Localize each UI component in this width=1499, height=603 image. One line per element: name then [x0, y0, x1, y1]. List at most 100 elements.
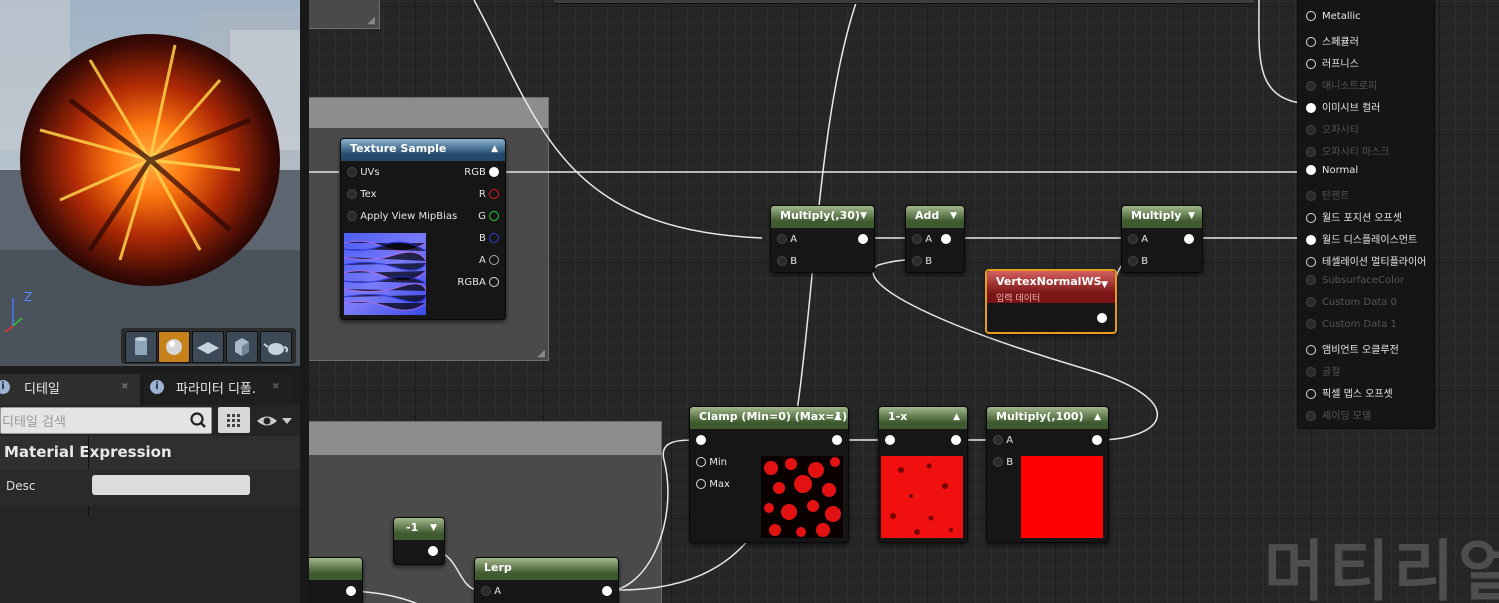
pin-in[interactable]	[993, 435, 1003, 445]
pin-out[interactable]	[602, 586, 612, 596]
material-input-pin[interactable]: 애니소트로피	[1306, 77, 1377, 92]
pin-in[interactable]	[1306, 11, 1316, 21]
node-header[interactable]: VertexNormalWS 입력 데이터 ▼	[987, 271, 1115, 304]
pin-in[interactable]	[1306, 191, 1316, 201]
pin-out[interactable]	[489, 255, 499, 265]
material-input-pin[interactable]: Normal	[1306, 165, 1358, 176]
sphere-button[interactable]	[158, 331, 190, 363]
material-input-pin[interactable]: Metallic	[1306, 11, 1361, 22]
partial-node[interactable]	[309, 557, 363, 603]
pin-in[interactable]	[1306, 59, 1316, 69]
pin-in[interactable]	[1306, 125, 1316, 135]
pin-out[interactable]	[951, 435, 961, 445]
material-input-pin[interactable]: 월드 디스플레이스먼트	[1306, 231, 1417, 246]
material-input-pin[interactable]: 스페큘러	[1306, 33, 1359, 48]
pin-out[interactable]	[1097, 313, 1107, 323]
node-header[interactable]: Lerp	[475, 558, 618, 580]
multiply100-node[interactable]: Multiply(,100) ▲ A B	[986, 406, 1109, 543]
visibility-button[interactable]	[255, 410, 297, 432]
pin-out[interactable]	[489, 233, 499, 243]
material-input-pin[interactable]: SubsurfaceColor	[1306, 275, 1404, 286]
pin-in[interactable]	[1306, 81, 1316, 91]
one-minus-node[interactable]: 1-x ▲	[878, 406, 968, 543]
pin-in[interactable]	[1306, 165, 1316, 175]
lerp-node[interactable]: Lerp A	[474, 557, 619, 603]
pin-in[interactable]	[1306, 389, 1316, 399]
material-input-pin[interactable]: 러프니스	[1306, 55, 1359, 70]
multiply-node[interactable]: Multiply ▼ A B	[1121, 205, 1203, 273]
cylinder-button[interactable]	[125, 331, 157, 363]
collapse-icon[interactable]: ▼	[950, 206, 957, 226]
clamp-node[interactable]: Clamp (Min=0) (Max=1) ▲ Min Max	[689, 406, 849, 543]
cube-button[interactable]	[226, 331, 258, 363]
pin-out[interactable]	[1184, 234, 1194, 244]
details-search-input[interactable]: 디테일 검색	[0, 407, 212, 434]
pin-out[interactable]	[489, 167, 499, 177]
collapse-icon[interactable]: ▼	[1101, 277, 1108, 293]
pin-in[interactable]	[1306, 275, 1316, 285]
collapse-icon[interactable]: ▼	[1188, 206, 1195, 226]
collapse-icon[interactable]: ▲	[1094, 407, 1101, 427]
pin-out[interactable]	[832, 435, 842, 445]
search-icon[interactable]	[189, 411, 207, 429]
pin-in[interactable]	[1306, 213, 1316, 223]
pin-in[interactable]	[885, 435, 895, 445]
texture-sample-node[interactable]: Texture Sample ▲ UVs Tex Apply View MipBi…	[340, 138, 506, 320]
constant-neg1-node[interactable]: -1 ▼	[393, 517, 445, 565]
pin-in[interactable]	[1306, 411, 1316, 421]
pin-in[interactable]	[696, 457, 706, 467]
material-input-pin[interactable]: Custom Data 0	[1306, 297, 1397, 308]
pin-in[interactable]	[696, 479, 706, 489]
pin-out[interactable]	[1092, 435, 1102, 445]
pin-out[interactable]	[489, 189, 499, 199]
material-input-pin[interactable]: 오파시티 마스크	[1306, 143, 1390, 158]
material-input-pin[interactable]: 셰이딩 모델	[1306, 407, 1371, 422]
vertex-normal-ws-node[interactable]: VertexNormalWS 입력 데이터 ▼	[985, 269, 1117, 334]
pin-out[interactable]	[489, 211, 499, 221]
pin-in[interactable]	[912, 256, 922, 266]
pin-in[interactable]	[481, 586, 491, 596]
node-header[interactable]	[309, 558, 362, 580]
pin-in[interactable]	[347, 211, 357, 221]
collapse-icon[interactable]: ▲	[953, 407, 960, 427]
material-output-node[interactable]: Metallic 스페큘러러프니스애니소트로피이미시브 컬러오파시티오파시티 마스…	[1297, 0, 1435, 429]
pin-in[interactable]	[1306, 297, 1316, 307]
pin-in[interactable]	[1306, 257, 1316, 267]
pin-in[interactable]	[347, 189, 357, 199]
node-header[interactable]: Texture Sample ▲	[341, 139, 505, 161]
pin-out[interactable]	[428, 546, 438, 556]
collapse-icon[interactable]: ▼	[860, 206, 867, 226]
panel-splitter[interactable]	[300, 0, 309, 603]
teapot-button[interactable]	[260, 331, 292, 363]
material-input-pin[interactable]: 탄젠트	[1306, 187, 1350, 202]
collapse-icon[interactable]: ▲	[491, 139, 498, 159]
pin-in[interactable]	[1306, 345, 1316, 355]
node-header[interactable]: Multiply ▼	[1122, 206, 1202, 228]
collapse-icon[interactable]: ▼	[430, 518, 437, 538]
pin-in[interactable]	[993, 457, 1003, 467]
node-header[interactable]: -1 ▼	[394, 518, 444, 540]
material-input-pin[interactable]: 오파시티	[1306, 121, 1359, 136]
material-input-pin[interactable]: 테셀레이션 멀티플라이어	[1306, 253, 1426, 268]
tab-details[interactable]: i 디테일 ✖	[0, 374, 140, 405]
pin-out[interactable]	[858, 234, 868, 244]
material-preview-viewport[interactable]: Z	[0, 0, 300, 366]
pin-in[interactable]	[1128, 234, 1138, 244]
material-input-pin[interactable]: 이미시브 컬러	[1306, 99, 1380, 114]
grid-view-button[interactable]	[218, 407, 250, 433]
node-header[interactable]: Multiply(,100) ▲	[987, 407, 1108, 429]
material-graph-canvas[interactable]: ◢ ◢ Texture Sample ▲ UVs Tex Apply View …	[309, 0, 1499, 603]
pin-in[interactable]	[1128, 256, 1138, 266]
material-input-pin[interactable]: 앰비언트 오클루전	[1306, 341, 1399, 356]
node-header[interactable]: Multiply(,30) ▼	[771, 206, 874, 228]
material-input-pin[interactable]: 굴절	[1306, 363, 1340, 378]
pin-in[interactable]	[1306, 37, 1316, 47]
pin-in[interactable]	[777, 256, 787, 266]
node-header[interactable]: 1-x ▲	[879, 407, 967, 429]
pin-in[interactable]	[1306, 147, 1316, 157]
pin-out[interactable]	[941, 234, 952, 244]
desc-input[interactable]	[92, 475, 250, 495]
material-input-pin[interactable]: 픽셀 뎁스 오프셋	[1306, 385, 1393, 400]
pin-in[interactable]	[777, 234, 787, 244]
close-tab-icon[interactable]: ✖	[272, 382, 280, 392]
